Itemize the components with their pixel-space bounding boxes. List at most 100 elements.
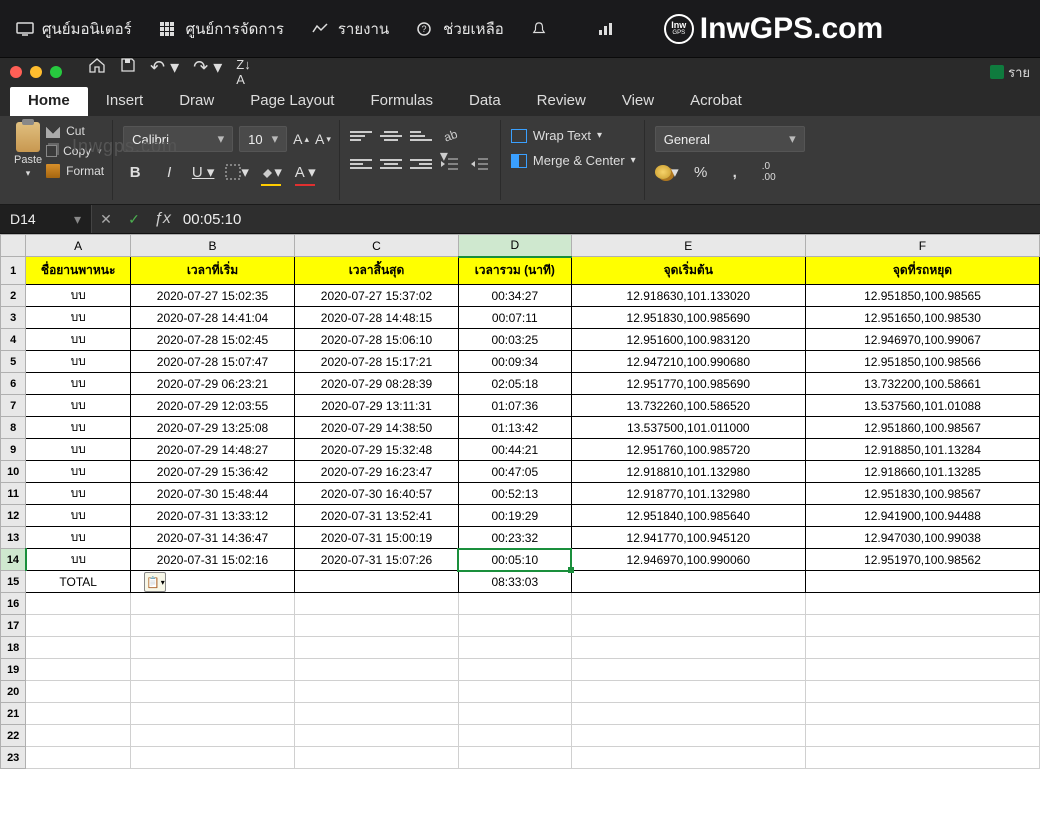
increase-font-icon[interactable]: A▴: [293, 131, 309, 147]
ribbon-tab-insert[interactable]: Insert: [88, 87, 162, 116]
row-header[interactable]: 2: [1, 285, 26, 307]
cell[interactable]: 2020-07-30 16:40:57: [294, 483, 458, 505]
cell[interactable]: [294, 593, 458, 615]
cell[interactable]: [571, 615, 805, 637]
cell[interactable]: [571, 747, 805, 769]
decrease-indent-icon[interactable]: [440, 154, 462, 174]
column-header[interactable]: A: [26, 235, 131, 257]
cell[interactable]: 01:07:36: [458, 395, 571, 417]
cell[interactable]: 00:47:05: [458, 461, 571, 483]
align-right-icon[interactable]: [410, 154, 432, 174]
cell[interactable]: บบ: [26, 417, 131, 439]
nav-help[interactable]: ? ช่วยเหลือ: [417, 17, 504, 41]
cell[interactable]: [294, 703, 458, 725]
cell[interactable]: [294, 659, 458, 681]
cell[interactable]: 2020-07-27 15:02:35: [130, 285, 294, 307]
cell[interactable]: บบ: [26, 329, 131, 351]
align-bottom-icon[interactable]: [410, 126, 432, 146]
bell-icon[interactable]: [532, 22, 550, 36]
cell[interactable]: 2020-07-31 15:00:19: [294, 527, 458, 549]
cell[interactable]: 2020-07-28 14:41:04: [130, 307, 294, 329]
table-header-cell[interactable]: เวลาสิ้นสุด: [294, 257, 458, 285]
row-header[interactable]: 9: [1, 439, 26, 461]
row-header[interactable]: 21: [1, 703, 26, 725]
cell[interactable]: 02:05:18: [458, 373, 571, 395]
align-middle-icon[interactable]: [380, 126, 402, 146]
cell[interactable]: 12.946970,100.990060: [571, 549, 805, 571]
select-all-corner[interactable]: [1, 235, 26, 257]
cell[interactable]: 2020-07-29 12:03:55: [130, 395, 294, 417]
paste-options-icon[interactable]: [144, 572, 166, 592]
cell[interactable]: 12.951650,100.98530: [805, 307, 1039, 329]
cell[interactable]: 12.918850,101.13284: [805, 439, 1039, 461]
italic-button[interactable]: I: [157, 160, 181, 184]
cell[interactable]: 2020-07-27 15:37:02: [294, 285, 458, 307]
cell[interactable]: 12.951770,100.985690: [571, 373, 805, 395]
paste-button[interactable]: Paste ▾: [14, 122, 42, 179]
cell[interactable]: [571, 637, 805, 659]
cell[interactable]: [805, 637, 1039, 659]
cell[interactable]: 2020-07-31 15:07:26: [294, 549, 458, 571]
row-header[interactable]: 13: [1, 527, 26, 549]
row-header[interactable]: 22: [1, 725, 26, 747]
accounting-format-icon[interactable]: ▾: [655, 160, 679, 184]
cell[interactable]: [294, 615, 458, 637]
cell[interactable]: 00:07:11: [458, 307, 571, 329]
cell[interactable]: บบ: [26, 439, 131, 461]
cell[interactable]: [805, 593, 1039, 615]
cell[interactable]: 13.537500,101.011000: [571, 417, 805, 439]
cell[interactable]: [571, 703, 805, 725]
row-header[interactable]: 11: [1, 483, 26, 505]
cell[interactable]: 12.951830,100.985690: [571, 307, 805, 329]
cell[interactable]: 12.946970,100.99067: [805, 329, 1039, 351]
row-header[interactable]: 5: [1, 351, 26, 373]
table-header-cell[interactable]: จุดที่รถหยุด: [805, 257, 1039, 285]
cell[interactable]: [130, 593, 294, 615]
cell[interactable]: [294, 681, 458, 703]
cell[interactable]: [26, 681, 131, 703]
cell[interactable]: 12.918770,101.132980: [571, 483, 805, 505]
cell[interactable]: 01:13:42: [458, 417, 571, 439]
bar-chart-icon[interactable]: [598, 22, 616, 36]
cell[interactable]: [805, 725, 1039, 747]
cell[interactable]: บบ: [26, 395, 131, 417]
cell[interactable]: [458, 703, 571, 725]
table-header-cell[interactable]: จุดเริ่มต้น: [571, 257, 805, 285]
cell[interactable]: 13.732200,100.58661: [805, 373, 1039, 395]
cell[interactable]: 2020-07-29 16:23:47: [294, 461, 458, 483]
cell[interactable]: 2020-07-28 14:48:15: [294, 307, 458, 329]
cell[interactable]: 2020-07-28 15:17:21: [294, 351, 458, 373]
cell[interactable]: 12.947210,100.990680: [571, 351, 805, 373]
row-header[interactable]: 16: [1, 593, 26, 615]
ribbon-tab-view[interactable]: View: [604, 87, 672, 116]
ribbon-tab-home[interactable]: Home: [10, 87, 88, 116]
save-icon[interactable]: [120, 57, 136, 87]
cell[interactable]: 00:03:25: [458, 329, 571, 351]
cell[interactable]: [130, 747, 294, 769]
number-format-select[interactable]: General: [655, 126, 805, 152]
increase-decimal-icon[interactable]: .0.00: [757, 160, 781, 184]
cell[interactable]: 00:44:21: [458, 439, 571, 461]
cell[interactable]: [294, 725, 458, 747]
row-header[interactable]: 6: [1, 373, 26, 395]
cell[interactable]: [571, 571, 805, 593]
row-header[interactable]: 20: [1, 681, 26, 703]
ribbon-tab-formulas[interactable]: Formulas: [352, 87, 451, 116]
align-left-icon[interactable]: [350, 154, 372, 174]
cell[interactable]: บบ: [26, 351, 131, 373]
cell[interactable]: 2020-07-29 14:48:27: [130, 439, 294, 461]
cell[interactable]: บบ: [26, 549, 131, 571]
cell[interactable]: 12.951970,100.98562: [805, 549, 1039, 571]
row-header[interactable]: 10: [1, 461, 26, 483]
cell[interactable]: [458, 659, 571, 681]
row-header[interactable]: 12: [1, 505, 26, 527]
spreadsheet-grid[interactable]: ABCDEF1ชื่อยานพาหนะเวลาที่เริ่มเวลาสิ้นส…: [0, 234, 1040, 769]
cell[interactable]: [458, 593, 571, 615]
cell[interactable]: [458, 725, 571, 747]
cell[interactable]: [130, 637, 294, 659]
cell[interactable]: 2020-07-31 13:52:41: [294, 505, 458, 527]
redo-icon[interactable]: ↷ ▾: [193, 57, 222, 87]
minimize-window-icon[interactable]: [30, 66, 42, 78]
column-header[interactable]: E: [571, 235, 805, 257]
cell[interactable]: 12.941770,100.945120: [571, 527, 805, 549]
